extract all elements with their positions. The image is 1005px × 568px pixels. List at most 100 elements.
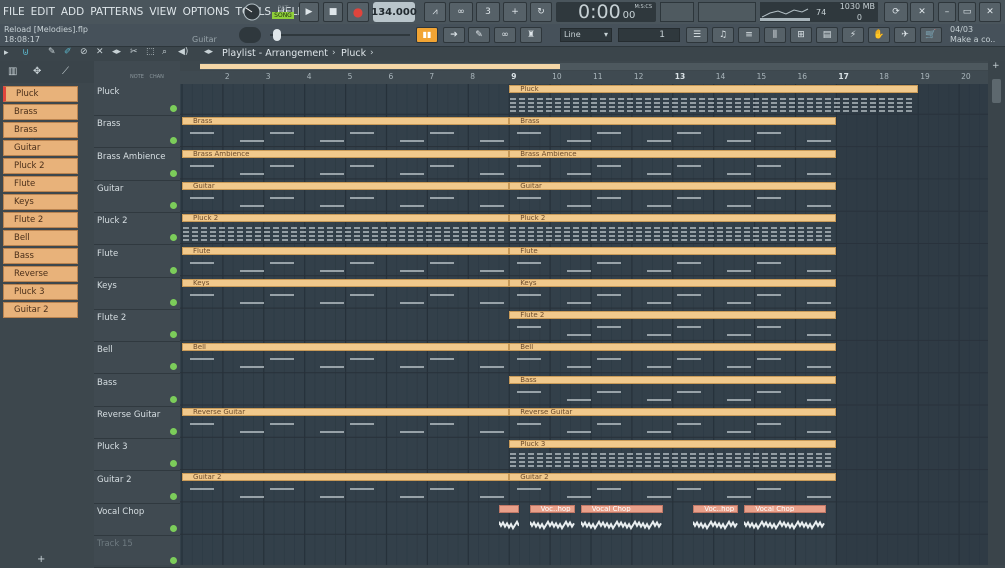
pat-song-toggle[interactable]: PAT SONG bbox=[269, 2, 297, 22]
track-enable-led[interactable] bbox=[170, 557, 177, 565]
pattern-clip[interactable]: Guitar bbox=[509, 181, 837, 190]
picker-slide-icon[interactable]: ⟋ bbox=[62, 66, 69, 77]
menu-options[interactable]: OPTIONS bbox=[180, 6, 233, 18]
countdown-button[interactable]: 3 bbox=[476, 2, 500, 22]
track-header[interactable]: Track 15 bbox=[94, 536, 180, 568]
track-enable-led[interactable] bbox=[170, 428, 177, 435]
track-enable-led[interactable] bbox=[170, 201, 177, 209]
play-button[interactable]: ▶ bbox=[299, 2, 319, 22]
timeline-ruler[interactable]: 2 3 4 5 6 7 8 9 10 11 12 13 14 15 16 17 18 19 20 bbox=[180, 71, 988, 84]
plugin-picker-button[interactable]: ▤ bbox=[816, 27, 838, 43]
paint-tool-icon[interactable]: ✐ bbox=[64, 47, 72, 57]
overview-window[interactable] bbox=[200, 64, 560, 69]
stamp-tool-button[interactable]: ♜ bbox=[520, 27, 542, 43]
track-enable-led[interactable] bbox=[170, 524, 177, 532]
pattern-clip[interactable]: Keys bbox=[509, 278, 837, 287]
select-tool-icon[interactable]: ⬚ bbox=[146, 47, 155, 57]
fl-logo-button[interactable]: ▮▮ bbox=[416, 27, 438, 43]
channel-item[interactable]: Flute bbox=[3, 176, 78, 192]
track-enable-led[interactable] bbox=[170, 298, 177, 306]
draw-tool-button[interactable]: ✎ bbox=[468, 27, 490, 43]
pattern-clip[interactable]: Pluck 2 bbox=[509, 214, 837, 223]
pattern-clip[interactable]: Bass bbox=[509, 375, 837, 384]
audio-clip[interactable] bbox=[498, 504, 520, 513]
channel-item[interactable]: Brass Ambience bbox=[3, 122, 78, 149]
pattern-clip[interactable]: Guitar bbox=[182, 181, 510, 190]
track-header[interactable]: Keys bbox=[94, 278, 180, 310]
channel-item[interactable]: Bell bbox=[3, 230, 78, 246]
arrow-tool-button[interactable]: ➔ bbox=[443, 27, 465, 43]
pattern-clip[interactable]: Brass bbox=[509, 117, 837, 126]
speaker-icon[interactable]: ◀) bbox=[178, 47, 188, 57]
tempo-tap-button[interactable]: ✋ bbox=[868, 27, 890, 43]
track-header[interactable]: Flute 2 bbox=[94, 310, 180, 343]
metronome-button[interactable]: ⩘ bbox=[424, 2, 446, 22]
channel-item[interactable]: Guitar 2 bbox=[3, 302, 78, 318]
audio-clip[interactable]: Voc..hop bbox=[693, 504, 739, 513]
link-tool-button[interactable]: ∞ bbox=[494, 27, 516, 43]
menu-file[interactable]: FILE bbox=[0, 6, 28, 18]
slice-tool-icon[interactable]: ✂ bbox=[130, 47, 138, 57]
touch-button[interactable]: ✈ bbox=[894, 27, 916, 43]
pattern-clip[interactable]: Pluck bbox=[509, 85, 919, 93]
breadcrumb[interactable]: Pluck bbox=[341, 48, 366, 59]
track-enable-led[interactable] bbox=[170, 137, 177, 145]
magnet-icon[interactable]: ⊍ bbox=[22, 47, 29, 58]
playlist-arrow-icon[interactable]: ▸ bbox=[4, 48, 9, 58]
track-enable-led[interactable] bbox=[170, 395, 177, 403]
delete-tool-icon[interactable]: ⊘ bbox=[80, 47, 88, 57]
pattern-selector[interactable] bbox=[698, 2, 756, 22]
track-enable-led[interactable] bbox=[170, 234, 177, 242]
picker-move-icon[interactable]: ✥ bbox=[33, 66, 41, 77]
track-enable-led[interactable] bbox=[170, 492, 177, 500]
track-enable-led[interactable] bbox=[170, 331, 177, 339]
piano-roll-button[interactable]: ♫ bbox=[712, 27, 734, 43]
pattern-clip[interactable]: Flute 2 bbox=[509, 311, 837, 320]
scrollbar-thumb[interactable] bbox=[992, 79, 1001, 103]
channel-item[interactable]: Brass bbox=[3, 104, 78, 120]
channel-item[interactable]: Pluck 2 bbox=[3, 158, 78, 174]
track-header[interactable]: Bell bbox=[94, 342, 180, 375]
track-header[interactable]: Flute bbox=[94, 246, 180, 278]
snap-select[interactable]: Line ▾ bbox=[560, 28, 612, 42]
track-enable-led[interactable] bbox=[170, 266, 177, 274]
overview-strip[interactable] bbox=[200, 63, 988, 70]
audio-clip[interactable]: Vocal Chop bbox=[744, 504, 827, 513]
track-header[interactable]: Brass bbox=[94, 116, 180, 149]
playlist-grid[interactable]: Pluck Brass Brass Brass Ambience Brass Ambie… bbox=[180, 71, 988, 565]
online-button[interactable]: ⟳ bbox=[884, 2, 908, 22]
pattern-clip[interactable]: Brass Ambience bbox=[509, 149, 837, 158]
pattern-clip[interactable]: Guitar 2 bbox=[509, 472, 837, 481]
news-text[interactable]: Make a co.. bbox=[950, 35, 995, 44]
track-header[interactable]: Guitar bbox=[94, 181, 180, 213]
add-channel-icon[interactable]: + bbox=[37, 554, 45, 565]
mute-tool-icon[interactable]: ✕ bbox=[96, 47, 104, 57]
tempo-display[interactable]: 134.000 bbox=[371, 2, 417, 22]
pattern-clip[interactable]: Keys bbox=[182, 278, 510, 287]
step-edit-button[interactable]: + bbox=[503, 2, 527, 22]
track-header[interactable]: Brass Ambience bbox=[94, 149, 180, 181]
position-slider[interactable] bbox=[270, 29, 410, 41]
channel-item[interactable]: Flute 2 bbox=[3, 212, 78, 228]
pattern-clip[interactable]: Brass bbox=[182, 117, 510, 126]
stop-button[interactable]: ■ bbox=[323, 2, 343, 22]
track-header[interactable]: Vocal Chop bbox=[94, 504, 180, 536]
pitch-knob[interactable] bbox=[239, 27, 261, 43]
scroll-add-icon[interactable]: + bbox=[992, 61, 1000, 71]
track-enable-led[interactable] bbox=[170, 460, 177, 468]
pattern-clip[interactable]: Pluck 2 bbox=[182, 214, 510, 223]
nav-arrows-icon[interactable]: ◂▸ bbox=[204, 47, 213, 57]
playlist-view-button[interactable]: ☰ bbox=[686, 27, 708, 43]
channel-item[interactable]: Guitar bbox=[3, 140, 78, 156]
wait-input-button[interactable]: ∞ bbox=[449, 2, 473, 22]
mixer-button[interactable]: ⫼ bbox=[764, 27, 786, 43]
pattern-clip[interactable]: Flute bbox=[509, 246, 837, 255]
pattern-clip[interactable]: Guitar 2 bbox=[182, 472, 510, 481]
track-header[interactable]: Pluck 2 bbox=[94, 213, 180, 246]
zoom-tool-icon[interactable]: ⌕ bbox=[162, 47, 167, 57]
minimize-button[interactable]: – bbox=[938, 2, 956, 22]
shop-button[interactable]: 🛒 bbox=[920, 27, 942, 43]
pattern-number[interactable]: 1 bbox=[618, 28, 680, 42]
record-button[interactable]: ● bbox=[347, 2, 369, 22]
maximize-button[interactable]: ▭ bbox=[958, 2, 976, 22]
